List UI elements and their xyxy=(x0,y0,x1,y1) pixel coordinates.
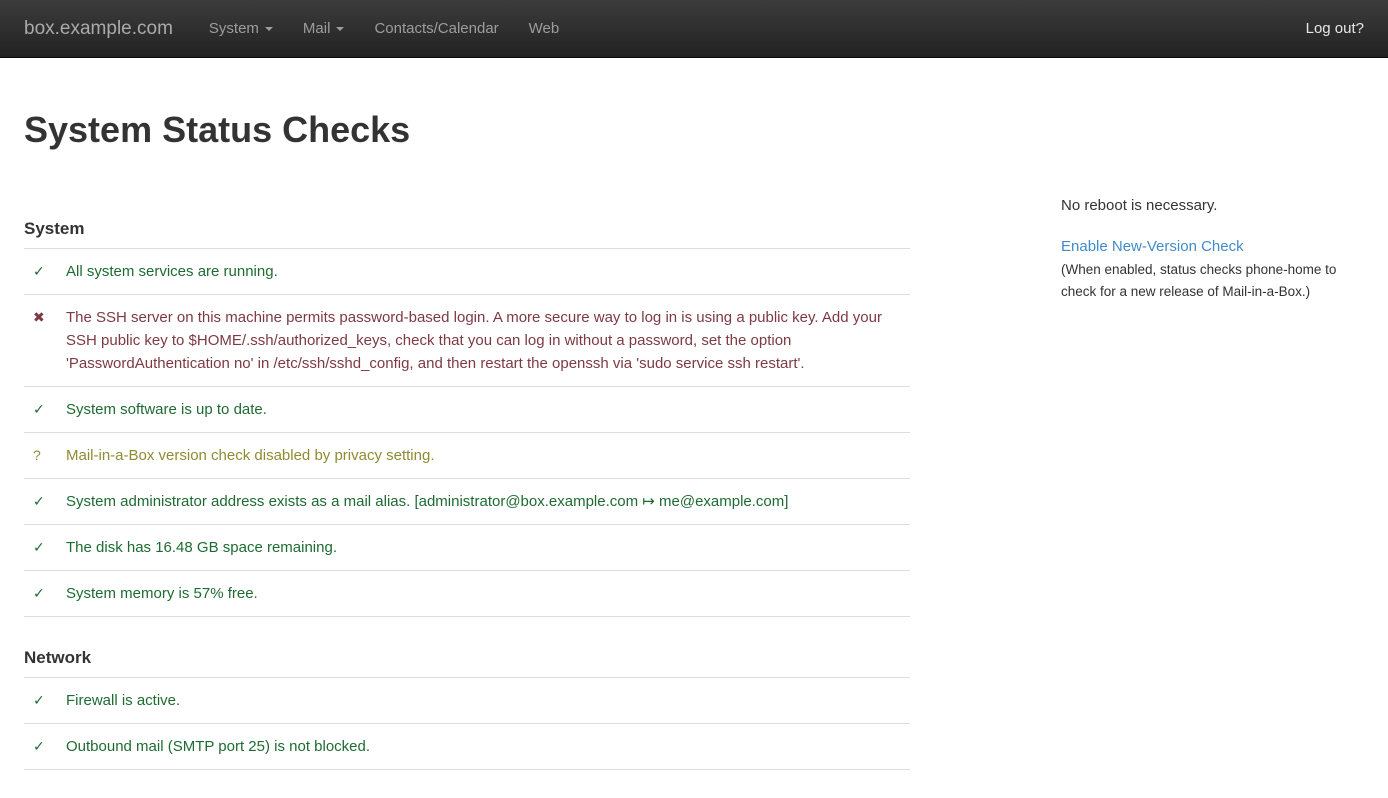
navbar-item-contacts-calendar[interactable]: Contacts/Calendar xyxy=(359,20,513,37)
navbar-item-web[interactable]: Web xyxy=(514,20,575,37)
status-check-text: The SSH server on this machine permits p… xyxy=(66,306,910,375)
status-check-text: All system services are running. xyxy=(66,260,910,283)
reboot-status: No reboot is necessary. xyxy=(1061,195,1364,217)
status-check-text: Outbound mail (SMTP port 25) is not bloc… xyxy=(66,735,910,758)
check-mark-icon: ✓ xyxy=(24,689,66,712)
status-check-text: Mail-in-a-Box version check disabled by … xyxy=(66,444,910,467)
status-check-text: System memory is 57% free. xyxy=(66,582,910,605)
section-heading: System xyxy=(24,188,910,249)
status-check-text: Firewall is active. xyxy=(66,689,910,712)
status-check-text: System administrator address exists as a… xyxy=(66,490,910,513)
error-x-icon: ✖ xyxy=(24,306,66,329)
check-mark-icon: ✓ xyxy=(24,735,66,758)
page-title: System Status Checks xyxy=(24,110,1364,150)
status-check-text: The disk has 16.48 GB space remaining. xyxy=(66,536,910,559)
logout-link[interactable]: Log out? xyxy=(1306,20,1364,37)
status-check-row: ✓ System memory is 57% free. xyxy=(24,571,910,617)
brand-link[interactable]: box.example.com xyxy=(24,18,173,40)
page-content: System Status Checks System ✓ All system… xyxy=(0,110,1388,770)
status-check-row: ✓ System administrator address exists as… xyxy=(24,479,910,525)
status-check-row: ✖ The SSH server on this machine permits… xyxy=(24,295,910,387)
content-columns: System ✓ All system services are running… xyxy=(24,188,1364,770)
check-mark-icon: ✓ xyxy=(24,490,66,513)
check-mark-icon: ✓ xyxy=(24,398,66,421)
check-mark-icon: ✓ xyxy=(24,260,66,283)
status-check-row: ✓ Outbound mail (SMTP port 25) is not bl… xyxy=(24,724,910,770)
check-mark-icon: ✓ xyxy=(24,536,66,559)
question-mark-icon: ? xyxy=(24,444,66,467)
section-heading: Network xyxy=(24,617,910,678)
status-check-row: ? Mail-in-a-Box version check disabled b… xyxy=(24,433,910,479)
summary-sidebar: No reboot is necessary. Enable New-Versi… xyxy=(1061,188,1364,304)
status-check-row: ✓ System software is up to date. xyxy=(24,387,910,433)
top-navbar: box.example.com System Mail Contacts/Cal… xyxy=(0,0,1388,58)
status-checks-list: System ✓ All system services are running… xyxy=(24,188,910,770)
navbar-item-system[interactable]: System xyxy=(194,20,288,37)
caret-down-icon xyxy=(336,27,344,31)
version-check-note: (When enabled, status checks phone-home … xyxy=(1061,259,1364,304)
caret-down-icon xyxy=(265,27,273,31)
navbar-menu: System Mail Contacts/Calendar Web xyxy=(194,20,574,37)
status-check-row: ✓ The disk has 16.48 GB space remaining. xyxy=(24,525,910,571)
status-check-row: ✓ Firewall is active. xyxy=(24,678,910,724)
enable-version-check-link[interactable]: Enable New-Version Check xyxy=(1061,236,1244,258)
status-check-row: ✓ All system services are running. xyxy=(24,249,910,295)
check-mark-icon: ✓ xyxy=(24,582,66,605)
status-check-text: System software is up to date. xyxy=(66,398,910,421)
navbar-item-mail[interactable]: Mail xyxy=(288,20,360,37)
